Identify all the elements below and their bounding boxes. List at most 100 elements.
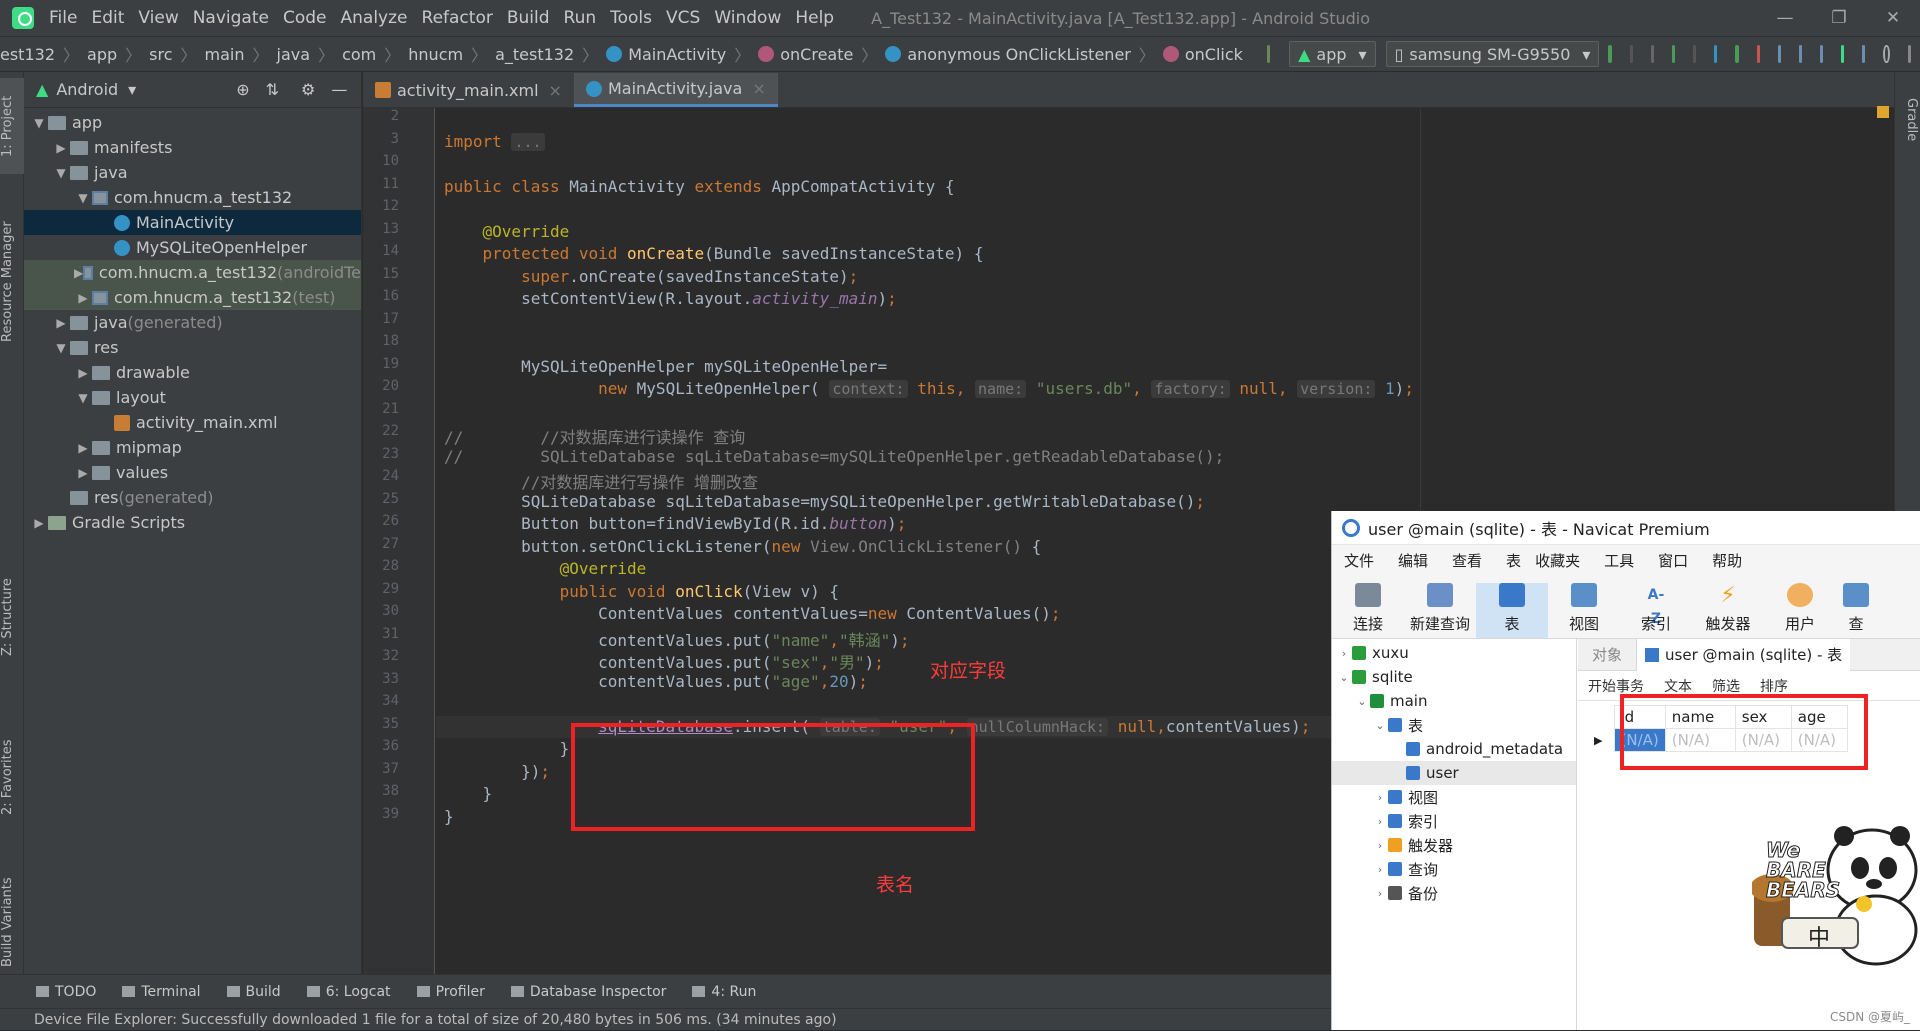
search-icon[interactable] <box>1883 45 1890 63</box>
sdk-manager-icon[interactable] <box>1841 45 1845 63</box>
nv-menu-file[interactable]: 文件 <box>1344 550 1374 571</box>
coverage-icon[interactable] <box>1650 45 1654 63</box>
code-line[interactable]: } <box>444 739 570 758</box>
expand-arrow-icon[interactable]: ▶ <box>74 291 92 305</box>
tree-item[interactable]: ▼ com.hnucm.a_test132 <box>24 185 361 210</box>
code-line[interactable]: contentValues.put("sex","男"); <box>444 649 884 673</box>
nv-menu-favorites[interactable]: 收藏夹 <box>1535 550 1580 571</box>
nv-tree-item[interactable]: ⌄ sqlite <box>1332 665 1576 689</box>
menu-build[interactable]: Build <box>500 8 557 28</box>
nv-tree-item[interactable]: › 备份 <box>1332 881 1576 905</box>
expand-arrow-icon[interactable]: ▶ <box>30 516 48 530</box>
breadcrumb-class[interactable]: MainActivity 〉 <box>606 42 758 66</box>
breadcrumb-java[interactable]: java 〉 <box>277 42 343 66</box>
tab-favorites[interactable]: 2: Favorites <box>0 722 24 832</box>
chevron-down-icon[interactable]: ▾ <box>128 80 136 99</box>
nv-tree-item[interactable]: › 触发器 <box>1332 833 1576 857</box>
profile-icon[interactable] <box>1693 45 1697 63</box>
hide-icon[interactable]: — <box>331 80 347 99</box>
code-line[interactable]: } <box>444 807 454 826</box>
expand-arrow-icon[interactable]: ▶ <box>52 316 70 330</box>
code-line[interactable]: super.onCreate(savedInstanceState); <box>444 267 858 286</box>
nv-tab-objects[interactable]: 对象 <box>1578 644 1636 665</box>
expand-arrow-icon[interactable]: ▶ <box>74 366 92 380</box>
device-select[interactable]: ▯ samsung SM-G9550 ▾ <box>1385 41 1600 67</box>
tree-item[interactable]: ▶ java (generated) <box>24 310 361 335</box>
expand-arrow-icon[interactable]: ▼ <box>52 341 70 355</box>
menu-code[interactable]: Code <box>276 8 334 28</box>
code-line[interactable]: public void onClick(View v) { <box>444 582 839 601</box>
code-line[interactable]: // SQLiteDatabase sqLiteDatabase=mySQLit… <box>444 447 1224 466</box>
collapse-icon[interactable]: ⇅ <box>266 80 279 99</box>
nv-table-button[interactable]: 表 <box>1476 583 1548 638</box>
code-line[interactable]: contentValues.put("name","韩涵"); <box>444 627 909 651</box>
tool-todo[interactable]: TODO <box>36 984 96 1000</box>
avd-manager-icon[interactable] <box>1798 45 1802 63</box>
expand-arrow-icon[interactable]: ▼ <box>74 391 92 405</box>
expand-arrow-icon[interactable]: › <box>1372 815 1388 828</box>
breadcrumb-com[interactable]: com 〉 <box>342 42 408 66</box>
expand-arrow-icon[interactable]: ▶ <box>74 466 92 480</box>
nv-tree-item[interactable]: › 索引 <box>1332 809 1576 833</box>
menu-edit[interactable]: Edit <box>84 8 131 28</box>
tool-build[interactable]: Build <box>226 984 281 1000</box>
tool-logcat[interactable]: 6: Logcat <box>306 984 391 1000</box>
tree-item[interactable]: ▶ mipmap <box>24 435 361 460</box>
menu-navigate[interactable]: Navigate <box>186 8 276 28</box>
code-line[interactable]: SQLiteDatabase sqLiteDatabase=mySQLiteOp… <box>444 492 1205 511</box>
breadcrumb-src[interactable]: src 〉 <box>149 42 204 66</box>
code-line[interactable]: public class MainActivity extends AppCom… <box>444 177 955 196</box>
warning-marker-icon[interactable] <box>1877 106 1889 118</box>
expand-arrow-icon[interactable]: ⌄ <box>1372 719 1388 732</box>
expand-arrow-icon[interactable]: › <box>1372 887 1388 900</box>
expand-arrow-icon[interactable]: › <box>1372 791 1388 804</box>
nv-menu-table[interactable]: 表 <box>1506 550 1521 571</box>
stop-icon[interactable] <box>1756 45 1760 63</box>
menu-refactor[interactable]: Refactor <box>415 8 500 28</box>
nv-view-button[interactable]: 视图 <box>1548 583 1620 638</box>
tab-resource-manager[interactable]: Resource Manager <box>0 202 24 362</box>
code-line[interactable]: @Override <box>444 222 570 241</box>
menu-tools[interactable]: Tools <box>603 8 659 28</box>
tree-item[interactable]: ▶ com.hnucm.a_test132 (androidTe <box>24 260 361 285</box>
breadcrumb-method[interactable]: onCreate 〉 <box>758 42 885 66</box>
hammer-build-icon[interactable] <box>1266 45 1271 63</box>
breadcrumb-project[interactable]: est132 〉 <box>0 42 87 66</box>
tab-build-variants[interactable]: Build Variants <box>0 862 24 982</box>
debug-icon[interactable] <box>1671 45 1676 63</box>
project-view-select[interactable]: Android <box>56 80 118 99</box>
close-icon[interactable]: ✕ <box>1866 8 1920 28</box>
nv-connect-button[interactable]: 连接 <box>1332 583 1404 638</box>
menu-vcs[interactable]: VCS <box>659 8 707 28</box>
target-icon[interactable]: ⊕ <box>236 80 249 99</box>
breadcrumb-main[interactable]: main 〉 <box>205 42 277 66</box>
nv-menu-help[interactable]: 帮助 <box>1712 550 1742 571</box>
code-line[interactable]: ContentValues contentValues=new ContentV… <box>444 604 1060 623</box>
expand-arrow-icon[interactable]: ⌄ <box>1354 695 1370 708</box>
expand-arrow-icon[interactable]: ▼ <box>30 116 48 130</box>
expand-arrow-icon[interactable]: ▶ <box>52 141 70 155</box>
code-line[interactable]: setContentView(R.layout.activity_main); <box>444 289 897 308</box>
code-line[interactable]: } <box>444 784 493 803</box>
tool-database-inspector[interactable]: Database Inspector <box>510 984 666 1000</box>
breadcrumb-hnucm[interactable]: hnucm 〉 <box>408 42 495 66</box>
tree-item[interactable]: ▶ drawable <box>24 360 361 385</box>
breadcrumb-package[interactable]: a_test132 〉 <box>495 42 606 66</box>
code-line[interactable]: Button button=findViewById(R.id.button); <box>444 514 906 533</box>
menu-view[interactable]: View <box>131 8 185 28</box>
nv-index-button[interactable]: A-Z 索引 <box>1620 583 1692 638</box>
nv-menu-edit[interactable]: 编辑 <box>1398 550 1428 571</box>
restore-icon[interactable]: ❐ <box>1812 8 1866 28</box>
nv-tree-item[interactable]: user <box>1332 761 1576 785</box>
expand-arrow-icon[interactable]: › <box>1372 839 1388 852</box>
nv-begin-transaction[interactable]: 开始事务 <box>1588 676 1644 696</box>
nv-menu-view[interactable]: 查看 <box>1452 550 1482 571</box>
tree-item[interactable]: MainActivity <box>24 210 361 235</box>
close-icon[interactable]: × <box>752 79 765 98</box>
tree-item[interactable]: ▶ values <box>24 460 361 485</box>
code-line[interactable]: @Override <box>444 559 647 578</box>
tree-item[interactable]: ▼ java <box>24 160 361 185</box>
tree-item[interactable]: activity_main.xml <box>24 410 361 435</box>
code-line[interactable]: contentValues.put("age",20); <box>444 672 868 691</box>
nv-trigger-button[interactable]: ⚡ 触发器 <box>1692 583 1764 638</box>
